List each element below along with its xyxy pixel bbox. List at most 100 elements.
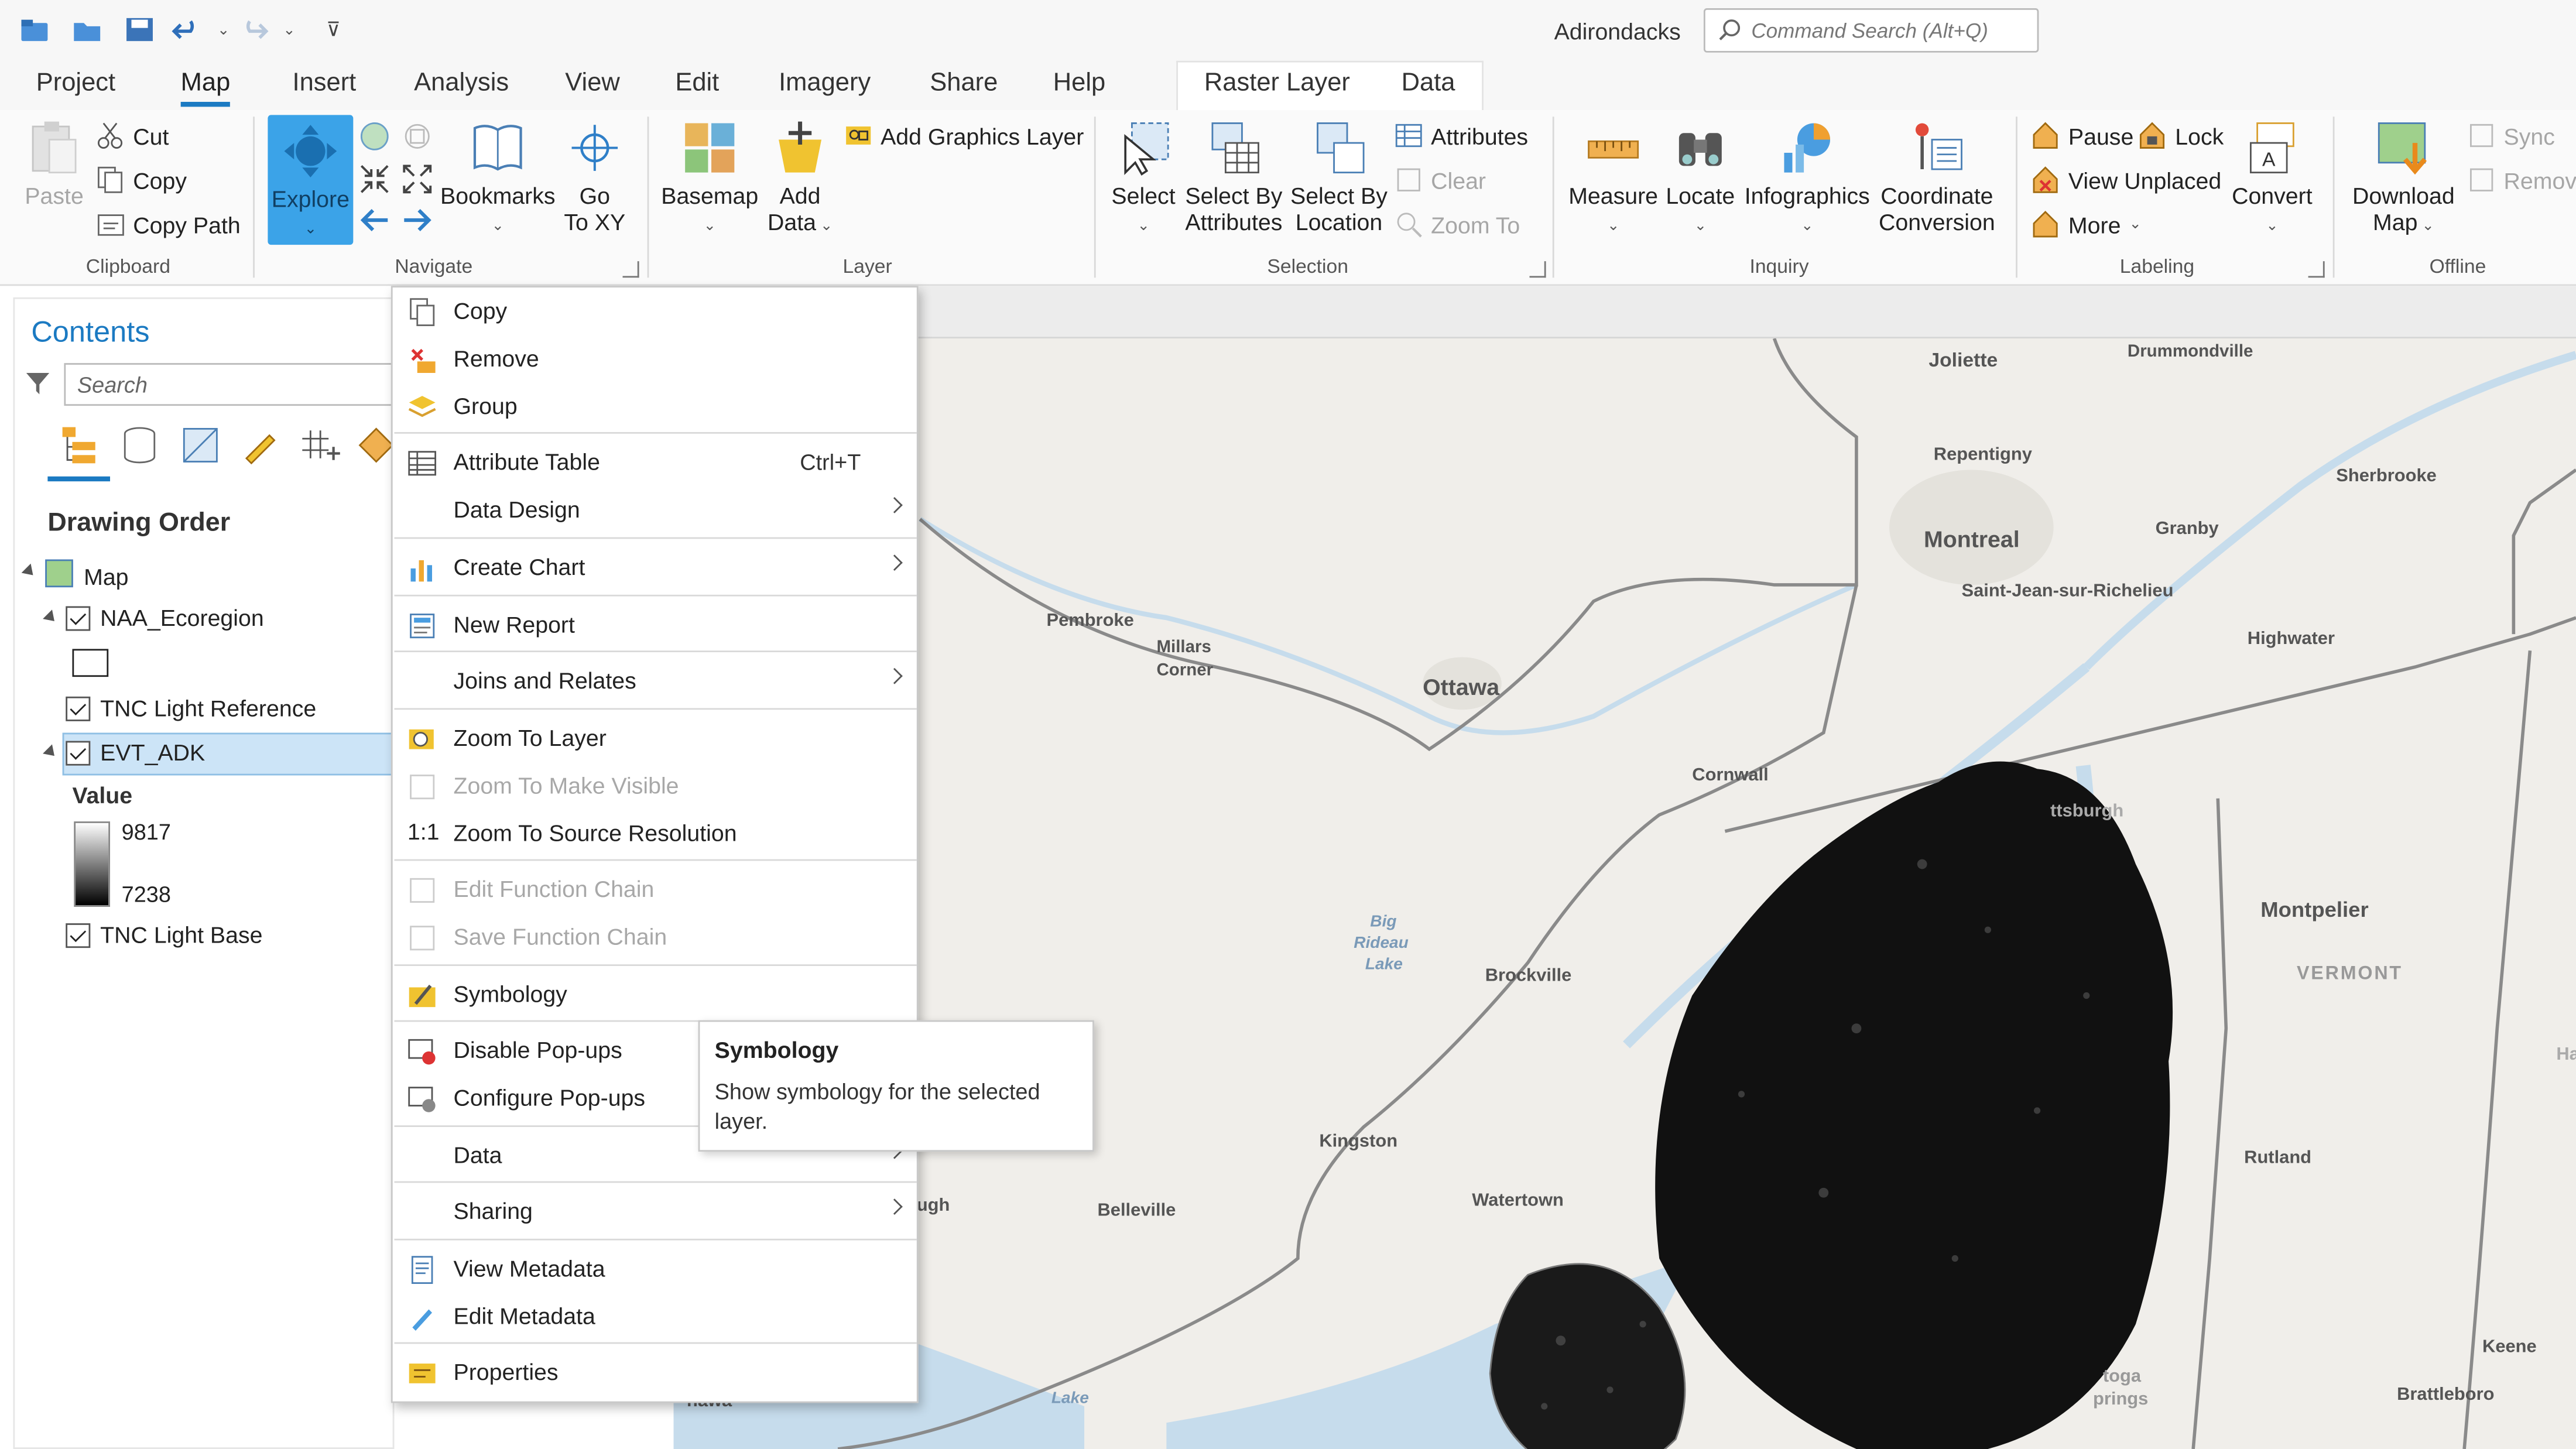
copy-path-button[interactable]: Copy Path [97,210,241,238]
expand-map-icon[interactable] [21,563,38,580]
list-by-selection-icon[interactable] [181,426,220,470]
select-by-location-button[interactable]: Select By Location [1290,120,1388,235]
tab-project[interactable]: Project [36,69,115,99]
list-by-snapping-icon[interactable] [297,426,340,473]
paste-button[interactable]: Paste [23,120,85,208]
menu-item-group[interactable]: Group [393,383,917,430]
add-data-button[interactable]: Add Data ⌄ [766,120,835,238]
layer-evt-adk[interactable]: EVT_ADK [66,739,205,766]
command-search-input[interactable]: Command Search (Alt+Q) [1703,8,2039,53]
one-to-one-icon: 1:1 [407,818,440,845]
pause-labeling-button[interactable]: Pause [2032,122,2133,150]
selection-launcher-icon[interactable] [1529,261,1546,278]
expand-evt-icon[interactable] [43,744,59,761]
evt-visibility-checkbox[interactable] [66,740,91,765]
menu-item-edit-function-chain[interactable]: Edit Function Chain [393,866,917,913]
menu-item-zoom-to-make-visible[interactable]: Zoom To Make Visible [393,762,917,810]
menu-item-attribute-table[interactable]: Attribute Table Ctrl+T [393,439,917,486]
tab-share[interactable]: Share [930,69,998,99]
menu-item-copy[interactable]: Copy [393,287,917,335]
expand-naa-icon[interactable] [43,609,59,626]
basemap-button[interactable]: Basemap ⌄ [660,120,759,238]
remove-offline-button[interactable]: Remov [2468,166,2576,194]
labeling-launcher-icon[interactable] [2308,261,2325,278]
map-view[interactable]: Joliette Drummondville Repentigny Sherbr… [673,286,2576,1449]
naa-symbol[interactable] [72,649,109,677]
tab-map[interactable]: Map [180,69,231,107]
save-project-icon[interactable] [123,13,156,46]
menu-item-remove[interactable]: Remove [393,335,917,382]
redo-icon[interactable] [237,13,269,46]
customize-toolbar-icon[interactable]: ⊽ [317,13,350,46]
menu-item-save-function-chain[interactable]: Save Function Chain [393,913,917,961]
go-to-xy-button[interactable]: Go To XY [562,120,628,235]
tab-data[interactable]: Data [1402,69,1455,99]
clear-selection-button[interactable]: Clear [1395,166,1486,194]
locate-button[interactable]: Locate ⌄ [1663,120,1738,238]
list-by-editing-icon[interactable] [240,426,279,470]
filter-icon[interactable] [25,369,51,400]
tab-raster-layer[interactable]: Raster Layer [1204,69,1350,99]
tab-help[interactable]: Help [1053,69,1105,99]
undo-icon[interactable] [171,13,204,46]
coordinate-conversion-button[interactable]: Coordinate Conversion [1876,120,1998,235]
map-label-granby: Granby [2155,519,2219,539]
sync-button[interactable]: Sync [2468,122,2555,150]
redo-dropdown-icon[interactable]: ⌄ [273,13,306,46]
download-map-button[interactable]: Download Map ⌄ [2346,120,2461,238]
menu-item-edit-metadata[interactable]: Edit Metadata [393,1293,917,1340]
forward-arrow-icon[interactable] [401,205,434,240]
menu-item-view-metadata[interactable]: View Metadata [393,1245,917,1293]
full-extent-icon[interactable] [358,120,391,158]
menu-item-joins-relates[interactable]: Joins and Relates [393,657,917,704]
attributes-button[interactable]: Attributes [1395,122,1528,150]
select-button[interactable]: Select ⌄ [1107,120,1179,238]
menu-item-zoom-to-layer[interactable]: Zoom To Layer [393,715,917,762]
cut-button[interactable]: Cut [97,122,169,150]
layer-map[interactable]: Map [44,559,129,593]
layer-naa-ecoregion[interactable]: NAA_Ecoregion [66,605,264,631]
view-unplaced-button[interactable]: View Unplaced [2032,166,2221,194]
copy-button[interactable]: Copy [97,166,187,194]
new-project-icon[interactable] [18,13,51,46]
back-arrow-icon[interactable] [358,205,391,240]
list-by-drawing-order-icon[interactable] [57,424,100,471]
menu-item-new-report[interactable]: New Report [393,601,917,649]
fixed-zoom-in-icon[interactable] [358,163,391,201]
tab-edit[interactable]: Edit [675,69,719,99]
more-labeling-button[interactable]: More ⌄ [2032,210,2142,238]
tab-analysis[interactable]: Analysis [414,69,509,99]
layer-tnc-light-base[interactable]: TNC Light Base [66,922,262,948]
fixed-zoom-out-icon[interactable] [401,163,434,201]
contents-search-input[interactable]: Search [64,363,393,406]
list-by-source-icon[interactable] [120,426,159,470]
layer-tnc-light-reference[interactable]: TNC Light Reference [66,695,316,721]
menu-item-data-design[interactable]: Data Design [393,487,917,534]
infographics-button[interactable]: Infographics ⌄ [1741,120,1872,238]
menu-item-symbology[interactable]: Symbology [393,971,917,1018]
lock-labeling-button[interactable]: Lock [2139,122,2224,150]
bookmarks-button[interactable]: Bookmarks ⌄ [440,120,556,238]
tab-imagery[interactable]: Imagery [779,69,871,99]
previous-extent-icon[interactable] [401,120,434,158]
tab-insert[interactable]: Insert [292,69,356,99]
explore-button[interactable]: Explore ⌄ [268,115,354,245]
tnc-base-visibility-checkbox[interactable] [66,922,91,947]
convert-button[interactable]: A Convert ⌄ [2229,120,2315,238]
menu-item-create-chart[interactable]: Create Chart [393,544,917,591]
open-project-icon[interactable] [71,13,104,46]
menu-item-properties[interactable]: Properties [393,1349,917,1396]
navigate-launcher-icon[interactable] [622,261,639,278]
add-graphics-layer-button[interactable]: Add Graphics Layer [844,122,1084,150]
value-ramp[interactable] [74,821,111,907]
menu-item-sharing[interactable]: Sharing [393,1188,917,1235]
zoom-to-selection-button[interactable]: Zoom To [1395,210,1520,238]
measure-button[interactable]: Measure ⌄ [1566,120,1661,238]
menu-item-zoom-to-source-resolution[interactable]: 1:1 Zoom To Source Resolution [393,810,917,857]
tab-view[interactable]: View [565,69,620,99]
undo-dropdown-icon[interactable]: ⌄ [207,13,240,46]
tnc-reference-visibility-checkbox[interactable] [66,696,91,721]
list-by-labeling-icon[interactable] [357,426,396,470]
select-by-attributes-button[interactable]: Select By Attributes [1183,120,1284,235]
naa-visibility-checkbox[interactable] [66,605,91,631]
